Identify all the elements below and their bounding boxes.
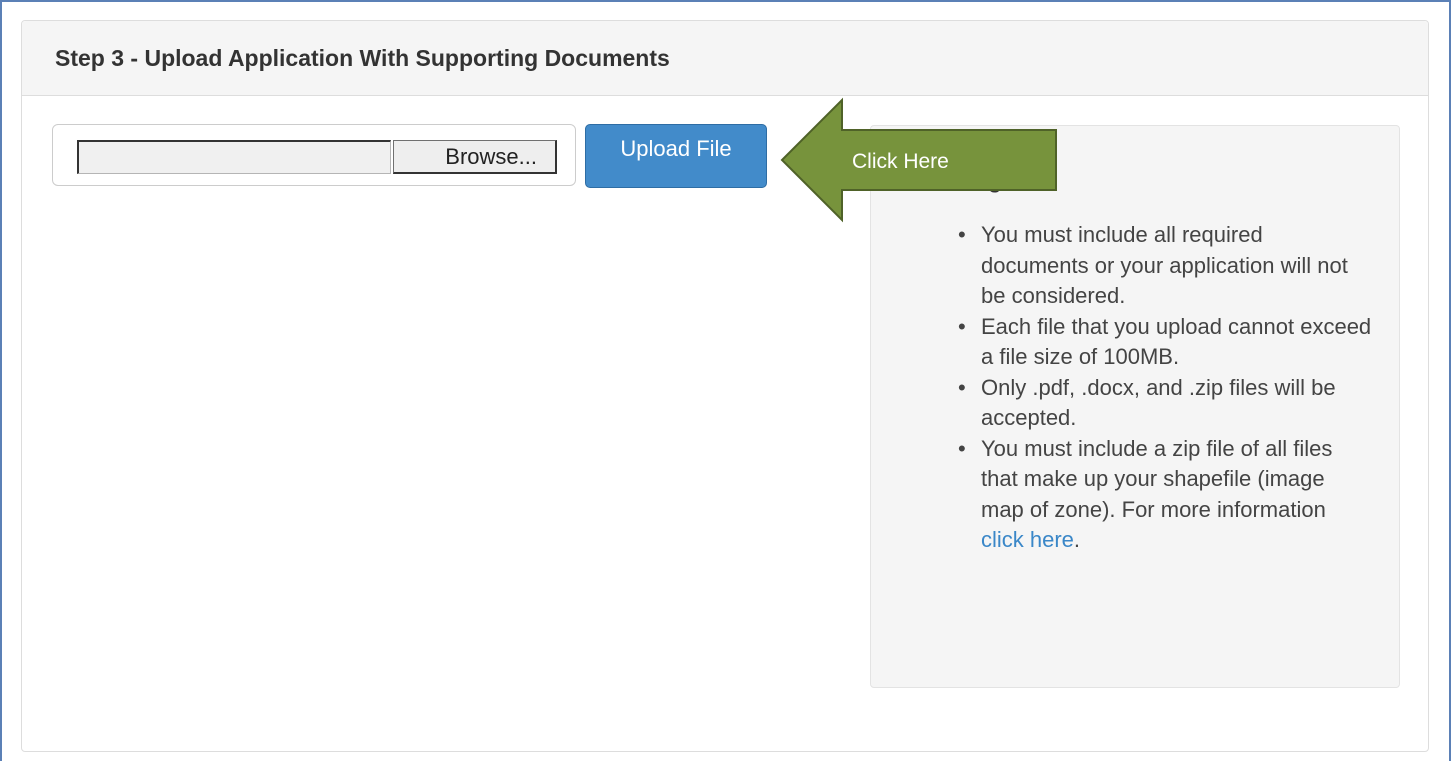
callout-label: Click Here [852,150,949,173]
more-info-link[interactable]: click here [981,527,1074,552]
panel-title: Step 3 - Upload Application With Support… [55,45,670,71]
browse-button[interactable]: Browse... [393,140,557,174]
requirements-list: • You must include all required document… [953,220,1373,556]
list-item: • You must include all required document… [953,220,1373,312]
file-path-field[interactable] [77,140,391,174]
list-item-text: You must include a zip file of all files… [981,435,1333,522]
list-item: • Only .pdf, .docx, and .zip files will … [953,373,1373,434]
list-item: • You must include a zip file of all fil… [953,434,1373,556]
bullet-icon: • [958,435,966,461]
file-input-group: Browse... [52,124,576,186]
panel-heading: Step 3 - Upload Application With Support… [22,21,1428,96]
upload-file-button[interactable]: Upload File [585,124,767,188]
list-item-text: Only .pdf, .docx, and .zip files will be… [981,374,1336,431]
list-item-text: You must include all required documents … [981,222,1348,308]
upload-panel: Step 3 - Upload Application With Support… [21,20,1429,752]
list-item-text: Each file that you upload cannot exceed … [981,313,1372,370]
list-item: • Each file that you upload cannot excee… [953,312,1373,373]
bullet-icon: • [958,374,966,400]
bullet-icon: • [958,313,966,339]
list-item-suffix: . [1073,527,1081,552]
